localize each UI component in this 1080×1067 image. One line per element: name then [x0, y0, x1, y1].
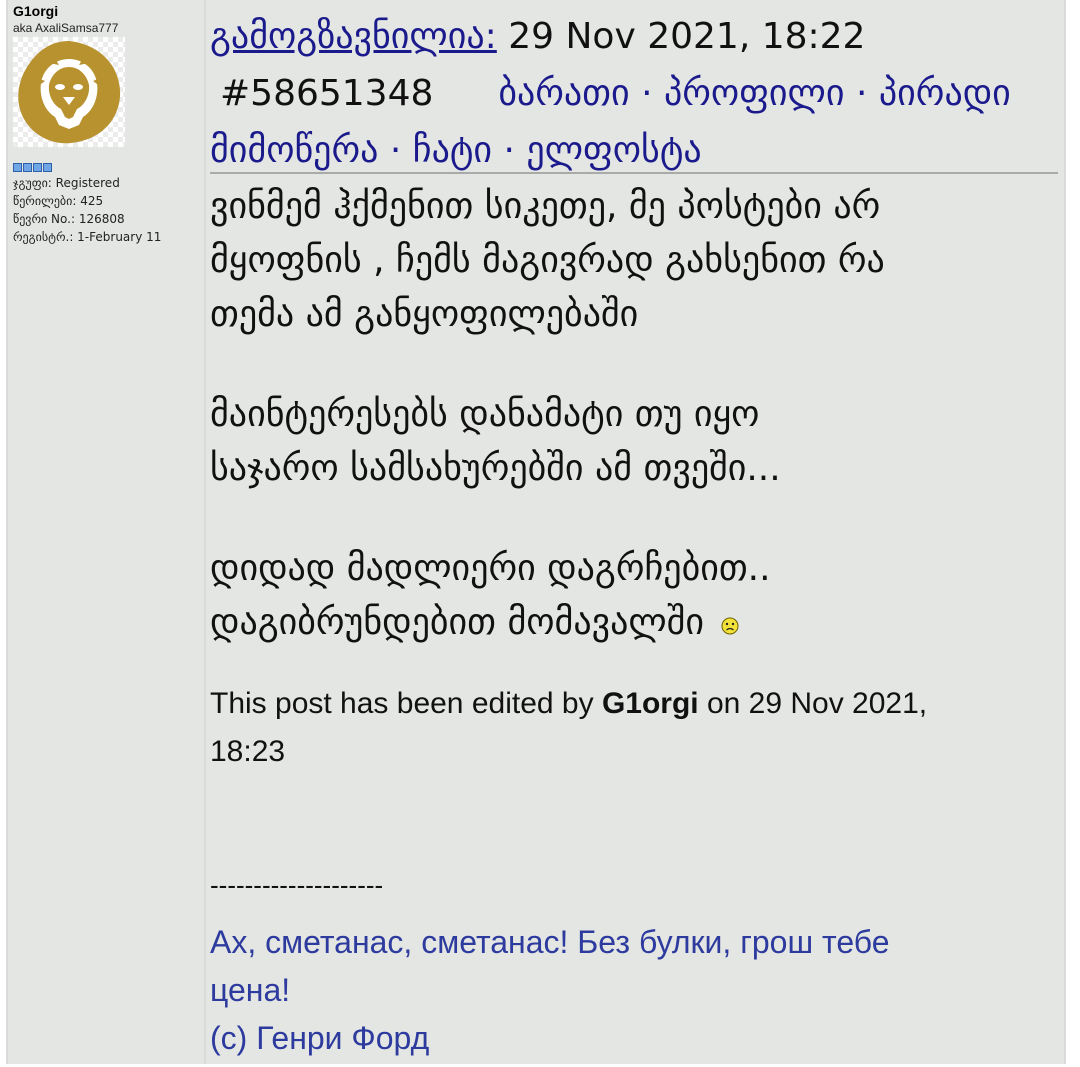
edit-note-date: on 29 Nov 2021, [706, 687, 928, 720]
edit-note: This post has been edited by G1orgi on 2… [210, 680, 927, 776]
sad-smiley-icon [721, 597, 739, 651]
edit-note-prefix: This post has been edited by [210, 687, 594, 720]
signature-line: цена! [210, 972, 291, 1008]
edit-note-editor: G1orgi [601, 687, 699, 720]
signature: Ах, сметанас, сметанас! Без булки, грош … [210, 918, 890, 1062]
signature-line: Ах, сметанас, сметанас! Без булки, грош … [210, 924, 890, 960]
profile-link[interactable]: პროფილი [664, 73, 845, 114]
rank-pips [13, 163, 52, 172]
author-username[interactable]: G1orgi [13, 3, 58, 19]
post-text-line: თემა ამ განყოფილებაში [210, 294, 639, 335]
author-group: ჯგუფი: Registered [13, 176, 120, 190]
header-divider [210, 172, 1058, 174]
private-message-link-part1[interactable]: პირადი [879, 73, 1011, 114]
email-link[interactable]: ელფოსტა [526, 130, 701, 171]
rank-pip [13, 163, 22, 172]
post-text-line: მყოფნის , ჩემს მაგივრად გახსენით რა [210, 240, 885, 281]
rank-pip [23, 163, 32, 172]
author-aka: aka AxaliSamsa777 [13, 21, 119, 35]
post-text-line: დაგიბრუნდებით მომავალში [210, 602, 704, 643]
post-id[interactable]: #58651348 [220, 73, 433, 114]
post-text-line: დიდად მადლიერი დაგრჩებით.. [210, 548, 771, 589]
edit-note-time: 18:23 [210, 735, 286, 768]
link-separator: · [503, 130, 515, 171]
link-separator: · [855, 73, 868, 114]
card-link[interactable]: ბარათი [498, 73, 629, 114]
link-separator: · [641, 73, 653, 114]
post-text-line: ვინმემ ჰქმენით სიკეთე, მე პოსტები არ [210, 186, 881, 227]
post-date: 29 Nov 2021, 18:22 [508, 16, 866, 57]
rank-pip [43, 163, 52, 172]
author-post-count: წერილები: 425 [13, 194, 104, 208]
author-registered: რეგისტრ.: 1-February 11 [13, 230, 162, 244]
avatar[interactable] [13, 37, 125, 147]
link-separator: · [389, 130, 402, 171]
post-header: გამოგზავნილია: 29 Nov 2021, 18:22 #58651… [210, 8, 1056, 179]
sent-label-link[interactable]: გამოგზავნილია: [210, 16, 497, 57]
post-body: ვინმემ ჰქმენით სიკეთე, მე პოსტები არ მყო… [210, 180, 1056, 651]
lion-icon [18, 41, 121, 144]
post-text-line: საჯარო სამსახურებში ამ თვეში... [210, 448, 781, 489]
signature-separator: -------------------- [210, 870, 384, 900]
author-panel [8, 0, 204, 1064]
signature-line: (с) Генри Форд [210, 1020, 430, 1056]
private-message-link-part2[interactable]: მიმოწერა [210, 130, 378, 171]
chat-link[interactable]: ჩატი [413, 130, 492, 171]
rank-pip [33, 163, 42, 172]
post-text-line: მაინტერესებს დანამატი თუ იყო [210, 394, 760, 435]
author-member-number: წევრი No.: 126808 [13, 212, 125, 226]
